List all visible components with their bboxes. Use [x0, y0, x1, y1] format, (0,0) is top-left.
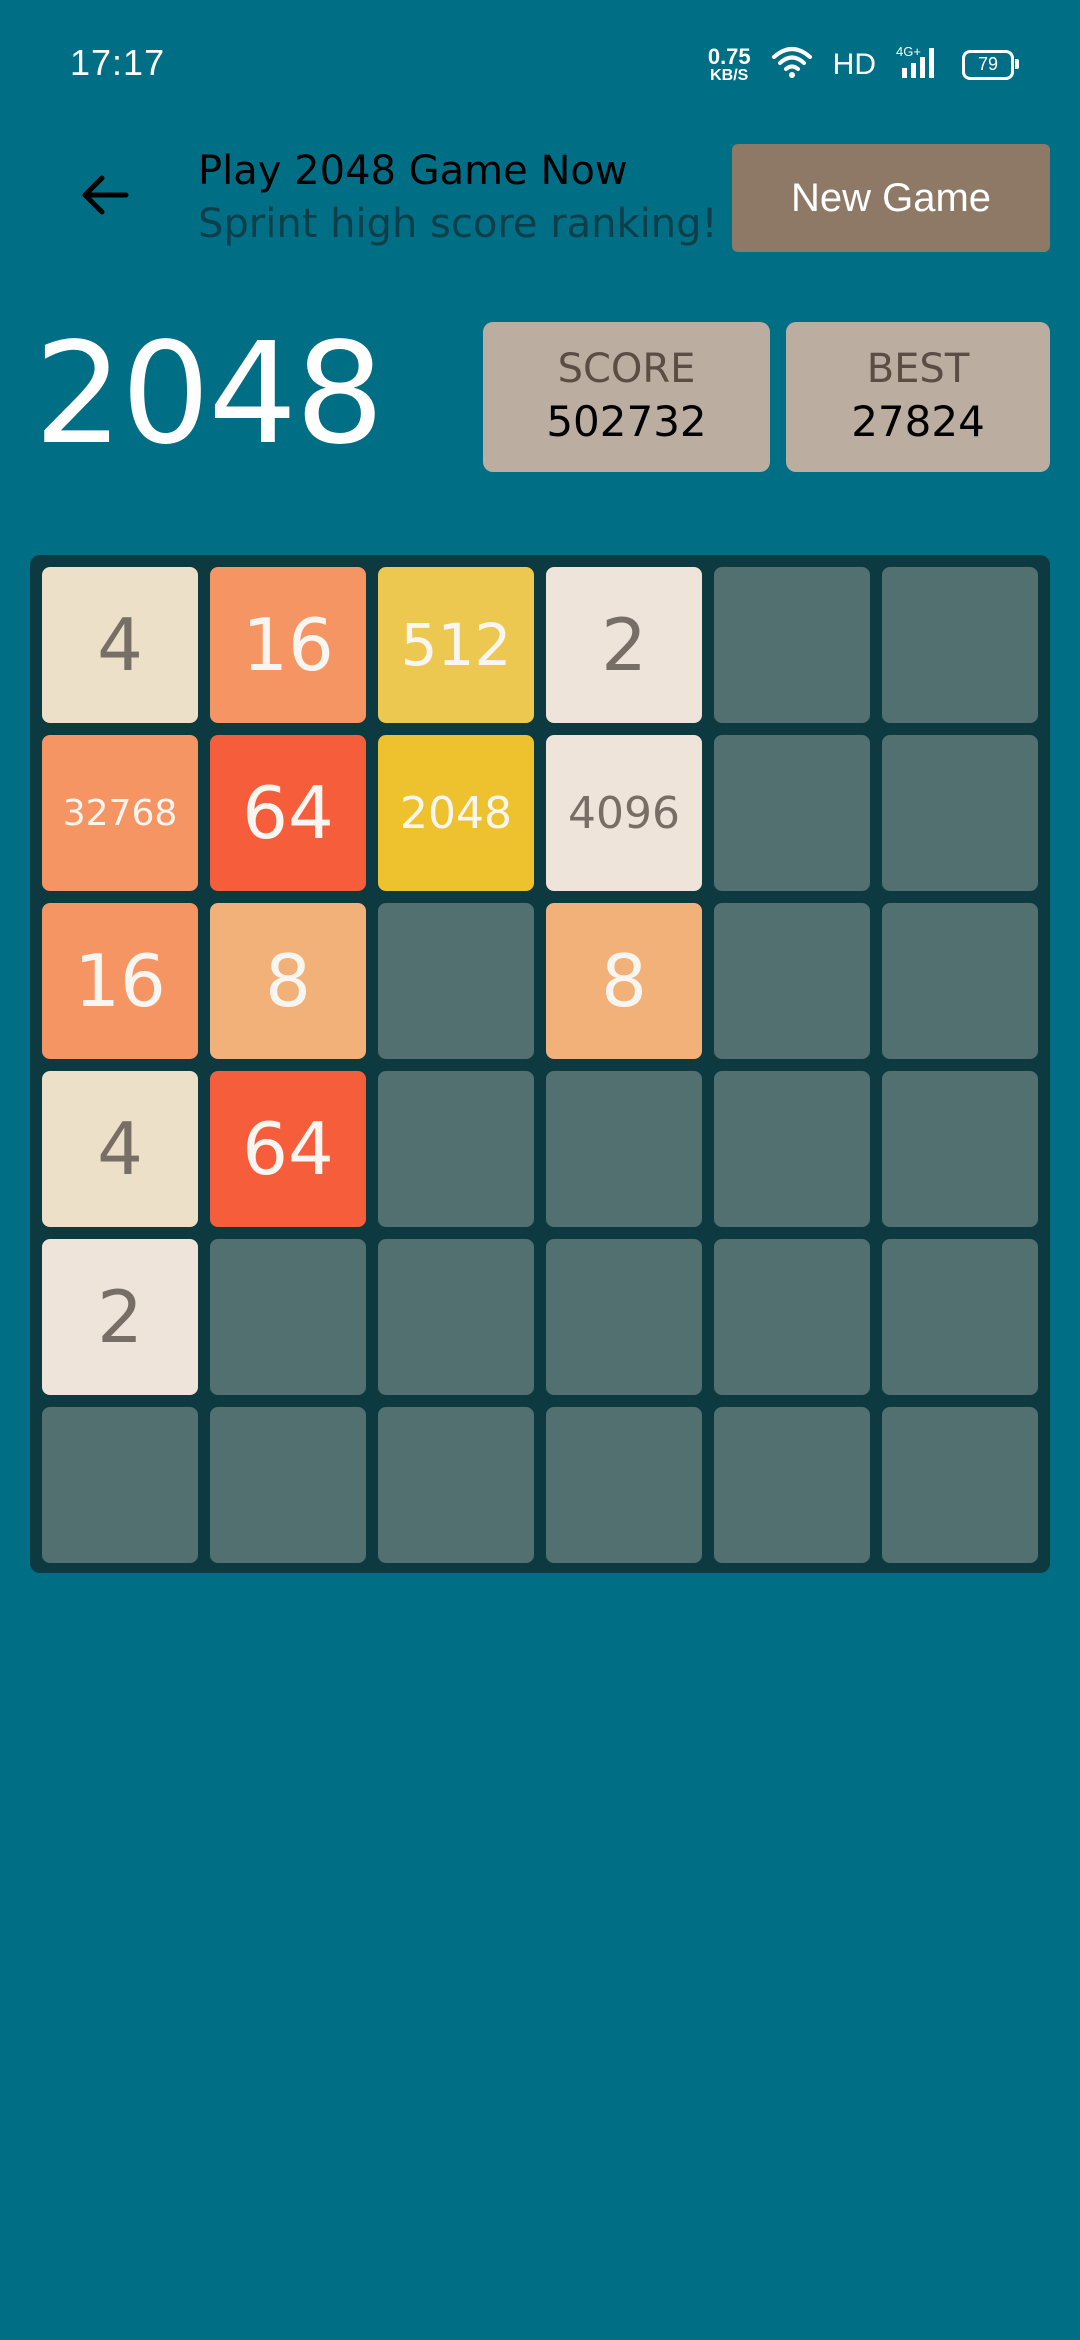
status-time: 17:17: [70, 42, 166, 83]
empty-cell: [882, 1071, 1038, 1227]
empty-cell: [378, 1071, 534, 1227]
network-type: 4G+: [896, 44, 921, 59]
empty-cell: [714, 1407, 870, 1563]
tile-64: 64: [210, 735, 366, 891]
tile-4: 4: [42, 1071, 198, 1227]
empty-cell: [546, 1239, 702, 1395]
tile-4096: 4096: [546, 735, 702, 891]
cell-signal-icon: 4G+: [896, 44, 942, 85]
back-button[interactable]: [60, 150, 150, 240]
empty-cell: [714, 567, 870, 723]
status-bar: 17:17 0.75 KB/S HD 4G+ 79: [0, 0, 1080, 130]
empty-cell: [882, 1407, 1038, 1563]
tile-8: 8: [210, 903, 366, 1059]
tile-512: 512: [378, 567, 534, 723]
empty-cell: [882, 1239, 1038, 1395]
empty-cell: [210, 1407, 366, 1563]
empty-cell: [546, 1407, 702, 1563]
empty-cell: [882, 903, 1038, 1059]
empty-cell: [882, 567, 1038, 723]
game-board[interactable]: 4 16 512 2 32768 64 2048 4096 16 8 8 4 64 2: [30, 555, 1050, 1573]
empty-cell: [714, 735, 870, 891]
tile-2: 2: [546, 567, 702, 723]
wifi-icon: [771, 45, 813, 84]
best-value: 27824: [851, 397, 985, 446]
tile-32768: 32768: [42, 735, 198, 891]
header-subtitle: Sprint high score ranking!: [198, 201, 718, 247]
score-label: SCORE: [557, 346, 696, 392]
empty-cell: [210, 1239, 366, 1395]
net-speed: 0.75 KB/S: [707, 43, 751, 84]
game-logo: 2048: [34, 313, 384, 476]
tile-2048: 2048: [378, 735, 534, 891]
battery-icon: 79: [962, 49, 1019, 80]
empty-cell: [714, 1071, 870, 1227]
new-game-button[interactable]: New Game: [732, 144, 1050, 252]
empty-cell: [42, 1407, 198, 1563]
empty-cell: [378, 903, 534, 1059]
battery-level: 79: [977, 54, 999, 74]
net-speed-value: 0.75: [707, 43, 751, 69]
header-title: Play 2048 Game Now: [198, 148, 628, 194]
score-box: SCORE 502732: [483, 322, 770, 472]
empty-cell: [378, 1407, 534, 1563]
tile-16: 16: [210, 567, 366, 723]
tile-64: 64: [210, 1071, 366, 1227]
arrow-left-icon: [82, 175, 129, 215]
best-label: BEST: [866, 346, 970, 392]
empty-cell: [714, 1239, 870, 1395]
empty-cell: [378, 1239, 534, 1395]
best-score-box: BEST 27824: [786, 322, 1050, 472]
hd-indicator: HD: [832, 47, 876, 81]
empty-cell: [882, 735, 1038, 891]
score-value: 502732: [546, 397, 707, 446]
empty-cell: [714, 903, 870, 1059]
empty-cell: [546, 1071, 702, 1227]
status-icons: 0.75 KB/S HD 4G+ 79: [707, 43, 1019, 85]
tile-4: 4: [42, 567, 198, 723]
tile-8: 8: [546, 903, 702, 1059]
header-text: Play 2048 Game Now Sprint high score ran…: [198, 146, 738, 252]
tile-2: 2: [42, 1239, 198, 1395]
tile-16: 16: [42, 903, 198, 1059]
net-speed-unit: KB/S: [710, 66, 749, 84]
